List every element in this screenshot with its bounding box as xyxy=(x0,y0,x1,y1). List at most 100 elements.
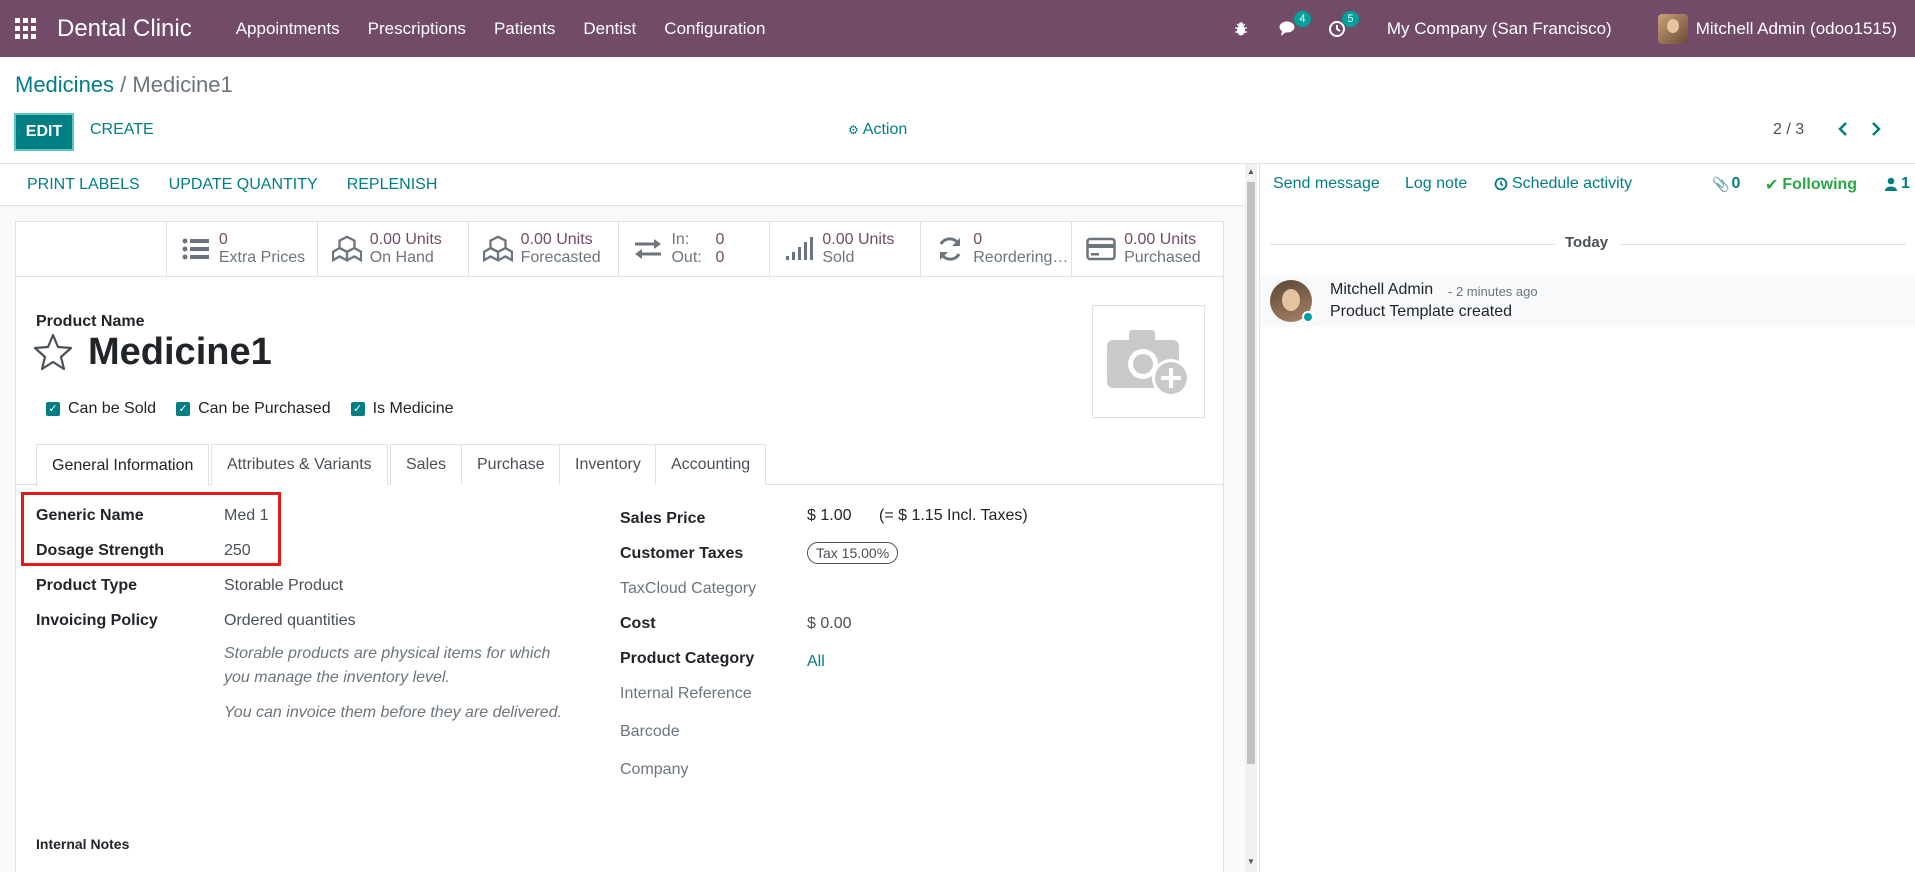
camera-plus-icon xyxy=(1106,329,1190,397)
tab-accounting[interactable]: Accounting xyxy=(655,444,767,485)
replenish-button[interactable]: REPLENISH xyxy=(347,176,438,194)
out-label: Out: xyxy=(671,249,702,266)
barcode-label: Barcode xyxy=(620,723,680,740)
customer-taxes-label: Customer Taxes xyxy=(620,545,744,562)
chatter-message: Mitchell Admin - 2 minutes ago Product T… xyxy=(1260,275,1915,327)
check-icon: ✔ xyxy=(1765,177,1779,194)
cost-value[interactable]: $ 0.00 xyxy=(807,615,851,633)
print-labels-button[interactable]: PRINT LABELS xyxy=(27,176,140,194)
cubes-icon xyxy=(331,234,362,264)
internal-notes-label: Internal Notes xyxy=(36,836,130,852)
breadcrumb-parent[interactable]: Medicines xyxy=(15,72,114,97)
checkbox-checked-icon: ✓ xyxy=(176,402,191,416)
tab-sales[interactable]: Sales xyxy=(390,444,463,485)
form-scrollbar[interactable]: ▲ ▼ xyxy=(1245,164,1257,872)
dosage-strength-value[interactable]: 250 xyxy=(224,542,251,560)
scroll-down-icon[interactable]: ▼ xyxy=(1247,858,1255,866)
product-type-value[interactable]: Storable Product xyxy=(224,577,343,595)
sales-price-label: Sales Price xyxy=(620,510,706,527)
following-label: Following xyxy=(1782,176,1858,193)
pager-next-icon[interactable] xyxy=(1866,118,1886,140)
extra-prices-button[interactable]: 0 Extra Prices xyxy=(167,222,318,276)
in-value: 0 xyxy=(715,231,725,248)
following-button[interactable]: ✔ Following xyxy=(1765,175,1857,195)
messages-badge: 4 xyxy=(1293,10,1311,27)
tab-general-information[interactable]: General Information xyxy=(36,444,210,486)
send-message-button[interactable]: Send message xyxy=(1273,175,1380,193)
extra-prices-value: 0 xyxy=(218,231,228,248)
sold-button[interactable]: 0.00 Units Sold xyxy=(770,222,922,276)
dosage-strength-label: Dosage Strength xyxy=(36,542,165,559)
log-note-button[interactable]: Log note xyxy=(1405,175,1467,193)
pager-value[interactable]: 2 / 3 xyxy=(1773,121,1804,139)
purchased-button[interactable]: 0.00 Units Purchased xyxy=(1072,222,1223,276)
product-image-placeholder[interactable] xyxy=(1092,305,1205,418)
apps-menu-icon[interactable] xyxy=(15,17,37,40)
message-author[interactable]: Mitchell Admin xyxy=(1330,281,1433,299)
form-statusbar: PRINT LABELS UPDATE QUANTITY REPLENISH xyxy=(0,164,1245,206)
breadcrumb-separator: / xyxy=(120,72,127,97)
tab-purchase[interactable]: Purchase xyxy=(461,444,561,485)
pager-previous-icon[interactable] xyxy=(1833,118,1853,140)
followers-count: 1 xyxy=(1901,175,1910,192)
can-be-sold-checkbox[interactable]: ✓ Can be Sold xyxy=(46,400,156,418)
message-body: Product Template created xyxy=(1330,303,1513,320)
activities-clock-icon[interactable]: 5 xyxy=(1327,10,1359,39)
user-icon xyxy=(1885,177,1897,191)
out-value: 0 xyxy=(715,249,725,266)
tab-attributes-variants[interactable]: Attributes & Variants xyxy=(211,444,388,485)
invoicing-policy-label: Invoicing Policy xyxy=(36,612,158,629)
scroll-up-icon[interactable]: ▲ xyxy=(1247,168,1255,176)
customer-tax-tag[interactable]: Tax 15.00% xyxy=(807,542,899,564)
paperclip-icon: 📎 xyxy=(1712,175,1730,192)
edit-button[interactable]: EDIT xyxy=(14,113,74,151)
today-label: Today xyxy=(1565,234,1609,251)
notebook-tabs: General Information Attributes & Variant… xyxy=(16,444,1223,486)
reordering-value: 0 xyxy=(973,231,983,248)
in-out-button[interactable]: In: 0 Out: 0 xyxy=(619,222,771,276)
on-hand-button[interactable]: 0.00 Units On Hand xyxy=(318,222,469,276)
smart-buttons-spacer xyxy=(16,222,167,276)
invoicing-policy-value[interactable]: Ordered quantities xyxy=(224,612,356,630)
action-menu[interactable]: ⚙ Action xyxy=(848,121,907,139)
chatter-panel: Send message Log note Schedule activity … xyxy=(1259,164,1915,872)
schedule-activity-label: Schedule activity xyxy=(1512,175,1633,192)
favorite-star-icon[interactable] xyxy=(33,333,73,373)
debug-bug-icon[interactable] xyxy=(1231,19,1251,39)
action-label: Action xyxy=(862,121,908,138)
menu-appointments[interactable]: Appointments xyxy=(222,19,354,39)
generic-name-value[interactable]: Med 1 xyxy=(224,507,268,525)
update-quantity-button[interactable]: UPDATE QUANTITY xyxy=(169,176,318,194)
tab-inventory[interactable]: Inventory xyxy=(559,444,657,485)
generic-name-label: Generic Name xyxy=(36,507,144,524)
can-be-purchased-checkbox[interactable]: ✓ Can be Purchased xyxy=(176,400,331,418)
followers-button[interactable]: 1 xyxy=(1885,175,1910,193)
menu-patients[interactable]: Patients xyxy=(480,19,569,39)
product-category-value[interactable]: All xyxy=(807,653,825,671)
in-label: In: xyxy=(671,231,690,248)
product-name[interactable]: Medicine1 xyxy=(88,331,272,374)
taxcloud-category-label: TaxCloud Category xyxy=(620,580,757,597)
company-switcher[interactable]: My Company (San Francisco) xyxy=(1387,19,1612,39)
messages-icon[interactable]: 4 xyxy=(1279,10,1311,39)
breadcrumb: Medicines / Medicine1 xyxy=(15,72,233,98)
is-medicine-checkbox[interactable]: ✓ Is Medicine xyxy=(350,400,454,418)
create-button[interactable]: CREATE xyxy=(90,121,154,139)
user-name: Mitchell Admin (odoo1515) xyxy=(1695,18,1897,38)
menu-configuration[interactable]: Configuration xyxy=(650,19,779,39)
app-name[interactable]: Dental Clinic xyxy=(57,15,192,43)
scroll-thumb[interactable] xyxy=(1247,182,1255,764)
sales-price-value[interactable]: $ 1.00 xyxy=(807,507,851,525)
sold-value: 0.00 Units xyxy=(822,231,895,248)
top-navbar: Dental Clinic Appointments Prescriptions… xyxy=(0,0,1915,57)
forecasted-button[interactable]: 0.00 Units Forecasted xyxy=(469,222,620,276)
menu-prescriptions[interactable]: Prescriptions xyxy=(354,19,480,39)
attachments-button[interactable]: 📎 0 xyxy=(1712,175,1740,193)
invoicing-help-text: You can invoice them before they are del… xyxy=(224,704,562,721)
attachments-count: 0 xyxy=(1731,175,1741,192)
reordering-button[interactable]: 0 Reordering… xyxy=(921,222,1073,276)
schedule-activity-button[interactable]: Schedule activity xyxy=(1494,175,1632,193)
menu-dentist[interactable]: Dentist xyxy=(569,19,650,39)
forecasted-label: Forecasted xyxy=(520,249,601,266)
user-menu[interactable]: Mitchell Admin (odoo1515) xyxy=(1657,13,1897,44)
